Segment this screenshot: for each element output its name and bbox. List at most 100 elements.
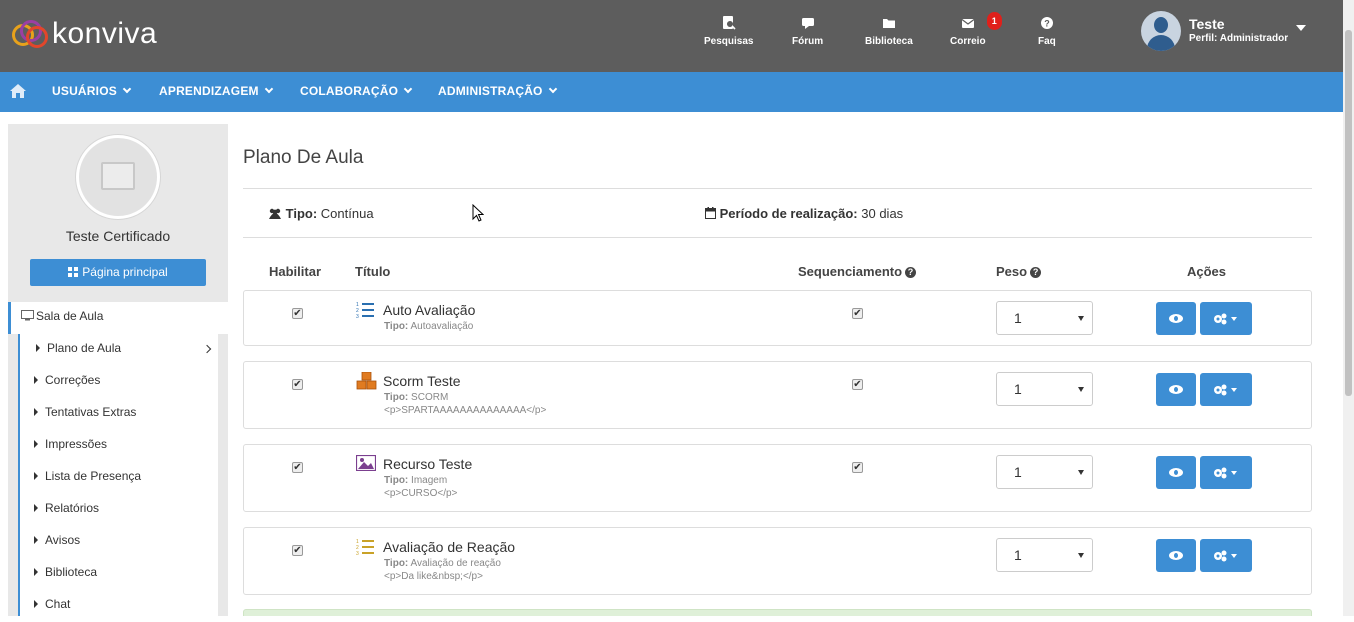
topnav-biblioteca[interactable]: Biblioteca (865, 16, 913, 47)
sidebar-item-impressoes[interactable]: Impressões (20, 430, 218, 462)
sequenciamento-checkbox[interactable]: ✔ (852, 379, 863, 390)
caret-down-icon (1231, 471, 1237, 475)
col-sequenciamento-label: Sequenciamento (798, 264, 903, 279)
chevron-down-icon (264, 84, 273, 94)
topnav-label: Biblioteca (865, 36, 913, 47)
view-button[interactable] (1156, 539, 1196, 572)
menu-label: ADMINISTRAÇÃO (438, 84, 543, 98)
eye-icon (1169, 551, 1183, 560)
sequenciamento-checkbox[interactable]: ✔ (852, 462, 863, 473)
cogs-icon (1214, 467, 1227, 479)
page-title: Plano De Aula (243, 147, 364, 168)
sidebar-item-tentativas-extras[interactable]: Tentativas Extras (20, 398, 218, 430)
sidebar-item-avisos[interactable]: Avisos (20, 526, 218, 558)
sidebar-item-correcoes[interactable]: Correções (20, 366, 218, 398)
mouse-cursor-icon (472, 203, 485, 222)
peso-select[interactable]: 1 (996, 301, 1093, 335)
page-scrollbar[interactable] (1343, 0, 1354, 616)
row-tipo-label: Tipo: (384, 475, 409, 486)
col-titulo: Título (355, 264, 391, 279)
peso-select[interactable]: 1 (996, 372, 1093, 406)
question-circle-icon[interactable]: ? (905, 267, 917, 278)
col-peso: Peso? (996, 264, 1042, 279)
caret-right-icon (34, 536, 38, 544)
eye-icon (1169, 314, 1183, 323)
sidebar-item-label: Impressões (45, 437, 108, 451)
settings-dropdown-button[interactable] (1200, 302, 1252, 335)
topnav-pesquisas[interactable]: Pesquisas (704, 16, 753, 47)
scrollbar-thumb[interactable] (1345, 30, 1352, 396)
periodo-info: Período de realização: 30 dias (705, 206, 903, 221)
menu-label: COLABORAÇÃO (300, 84, 399, 98)
habilitar-checkbox[interactable]: ✔ (292, 308, 303, 319)
user-avatar[interactable] (1141, 11, 1181, 51)
svg-text:?: ? (1044, 19, 1050, 29)
row-tipo-label: Tipo: (384, 558, 409, 569)
row-description: <p>Da like&nbsp;</p> (384, 571, 483, 582)
caret-right-icon (34, 600, 38, 608)
course-sidebar: Teste Certificado Página principal Sala … (8, 124, 228, 616)
row-tipo-value: Avaliação de reação (410, 558, 501, 569)
caret-down-icon (1078, 470, 1084, 475)
konviva-logo[interactable]: konviva (10, 14, 157, 54)
col-peso-label: Peso (996, 264, 1028, 279)
topnav-forum[interactable]: Fórum (792, 16, 823, 47)
user-menu-caret-icon[interactable] (1296, 25, 1306, 31)
habilitar-checkbox[interactable]: ✔ (292, 379, 303, 390)
topnav-faq[interactable]: ? Faq (1038, 16, 1056, 47)
sidebar-item-plano-de-aula[interactable]: Plano de Aula (20, 334, 218, 366)
settings-dropdown-button[interactable] (1200, 373, 1252, 406)
row-tipo: Tipo: SCORM (384, 392, 448, 403)
sidebar-item-biblioteca[interactable]: Biblioteca (20, 558, 218, 590)
view-button[interactable] (1156, 302, 1196, 335)
envelope-icon: 1 (961, 12, 1002, 32)
main-page-button[interactable]: Página principal (30, 259, 206, 286)
habilitar-checkbox[interactable]: ✔ (292, 545, 303, 556)
menu-colaboracao[interactable]: COLABORAÇÃO (300, 84, 413, 98)
main-menu-bar: USUÁRIOS APRENDIZAGEM COLABORAÇÃO ADMINI… (0, 72, 1343, 112)
peso-value: 1 (1014, 464, 1022, 480)
sidebar-item-relatorios[interactable]: Relatórios (20, 494, 218, 526)
row-tipo: Tipo: Autoavaliação (384, 321, 473, 332)
topnav-label: Correio (950, 36, 986, 47)
users-icon (269, 208, 281, 219)
sequenciamento-checkbox[interactable]: ✔ (852, 308, 863, 319)
peso-select[interactable]: 1 (996, 455, 1093, 489)
row-tipo-label: Tipo: (384, 392, 409, 403)
row-tipo-value: SCORM (411, 392, 449, 403)
col-acoes: Ações (1187, 264, 1227, 279)
image-icon (355, 454, 377, 473)
menu-usuarios[interactable]: USUÁRIOS (52, 84, 132, 98)
grid-icon (68, 267, 79, 277)
row-tipo: Tipo: Imagem (384, 475, 447, 486)
habilitar-checkbox[interactable]: ✔ (292, 462, 303, 473)
view-button[interactable] (1156, 456, 1196, 489)
sidebar-item-label: Chat (45, 597, 71, 611)
peso-value: 1 (1014, 310, 1022, 326)
table-row: ✔ 123 Auto Avaliação Tipo: Autoavaliação… (243, 290, 1312, 346)
settings-dropdown-button[interactable] (1200, 456, 1252, 489)
divider (243, 188, 1312, 189)
sidebar-item-chat[interactable]: Chat (20, 590, 218, 622)
periodo-label: Período de realização: (719, 206, 858, 221)
view-button[interactable] (1156, 373, 1196, 406)
menu-administracao[interactable]: ADMINISTRAÇÃO (438, 84, 557, 98)
sidebar-item-lista-de-presenca[interactable]: Lista de Presença (20, 462, 218, 494)
menu-label: USUÁRIOS (52, 84, 117, 98)
user-name[interactable]: Teste (1189, 16, 1225, 32)
sidebar-item-label: Relatórios (45, 501, 100, 515)
monitor-icon (21, 310, 34, 321)
home-icon[interactable] (10, 84, 26, 98)
peso-select[interactable]: 1 (996, 538, 1093, 572)
sidebar-section-sala-de-aula[interactable]: Sala de Aula (8, 302, 228, 334)
menu-aprendizagem[interactable]: APRENDIZAGEM (159, 84, 273, 98)
question-circle-icon: ? (1040, 16, 1054, 32)
caret-down-icon (1078, 316, 1084, 321)
row-tipo-label: Tipo: (384, 321, 409, 332)
question-circle-icon[interactable]: ? (1030, 267, 1042, 278)
settings-dropdown-button[interactable] (1200, 539, 1252, 572)
topnav-correio[interactable]: 1 Correio (950, 12, 1002, 47)
folder-icon (882, 16, 896, 32)
chat-bubble-icon (801, 16, 815, 32)
caret-down-icon (1078, 387, 1084, 392)
